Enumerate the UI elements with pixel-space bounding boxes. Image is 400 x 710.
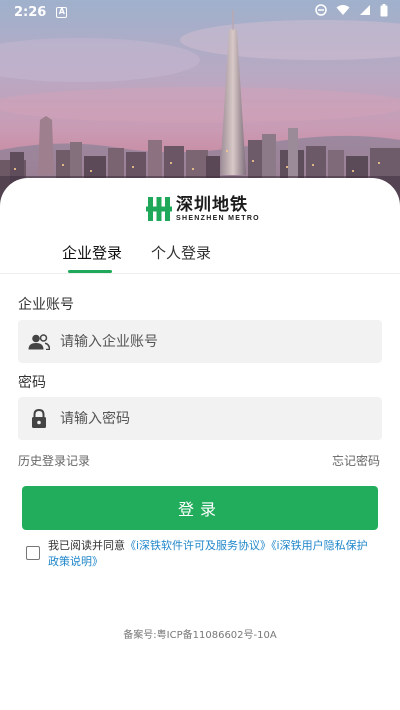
active-tab-indicator: [68, 270, 112, 273]
icp-record: 备案号:粤ICP备11086602号-10A: [123, 630, 277, 641]
login-button[interactable]: 登录: [22, 486, 378, 530]
password-label: 密码: [18, 375, 46, 391]
metro-logo-icon: [146, 197, 172, 221]
notification-icon: A: [56, 6, 68, 18]
login-card: 深圳地铁 SHENZHEN METRO 企业登录 个人登录 企业账号 密码: [0, 178, 400, 710]
tab-personal-login[interactable]: 个人登录: [151, 242, 211, 263]
forgot-password-link[interactable]: 忘记密码: [332, 452, 380, 469]
agreement-text: 我已阅读并同意《i深铁软件许可及服务协议》《i深铁用户隐私保护政策说明》: [48, 538, 376, 570]
battery-icon: [380, 3, 388, 21]
service-agreement-link[interactable]: 《i深铁软件许可及服务协议》: [125, 539, 271, 552]
status-time: 2:26: [14, 4, 47, 20]
password-field[interactable]: [18, 397, 382, 440]
agreement-row: 我已阅读并同意《i深铁软件许可及服务协议》《i深铁用户隐私保护政策说明》: [26, 538, 376, 570]
account-field[interactable]: [18, 320, 382, 363]
password-input[interactable]: [60, 410, 360, 427]
tab-enterprise-login[interactable]: 企业登录: [62, 242, 122, 263]
status-bar: 2:26 A: [0, 0, 400, 24]
agreement-checkbox[interactable]: [26, 546, 40, 560]
signal-icon: [359, 4, 371, 20]
login-history-link[interactable]: 历史登录记录: [18, 452, 90, 469]
auxiliary-links: 历史登录记录 忘记密码: [18, 452, 380, 469]
brand-name-en: SHENZHEN METRO: [176, 214, 260, 222]
users-icon: [18, 333, 60, 350]
agreement-prefix: 我已阅读并同意: [48, 539, 125, 552]
do-not-disturb-icon: [315, 4, 327, 20]
brand-name-cn: 深圳地铁: [176, 194, 248, 215]
wifi-icon: [336, 4, 350, 20]
lock-icon: [18, 408, 60, 429]
account-label: 企业账号: [18, 297, 74, 313]
account-input[interactable]: [60, 333, 360, 350]
shenzhen-metro-logo: 深圳地铁 SHENZHEN METRO: [146, 194, 260, 224]
login-tabs: 企业登录 个人登录: [0, 238, 400, 274]
